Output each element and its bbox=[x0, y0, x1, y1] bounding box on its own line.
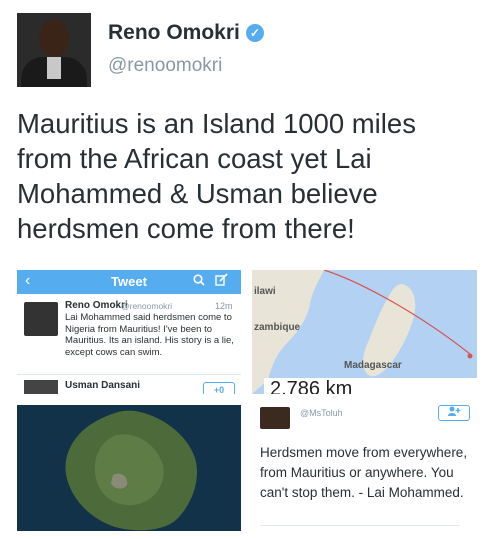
screenshot-tweet-handle: @renoomokri bbox=[121, 301, 173, 311]
verified-badge-icon: ✓ bbox=[245, 24, 264, 42]
search-icon bbox=[193, 273, 205, 289]
profile-handle[interactable]: @renoomokri bbox=[108, 55, 222, 77]
tweet-image-satellite[interactable] bbox=[17, 405, 241, 531]
screenshot-header-title: Tweet bbox=[111, 274, 147, 289]
profile-name[interactable]: Reno Omokri ✓ bbox=[108, 21, 264, 45]
quote-avatar bbox=[260, 407, 290, 429]
profile-avatar[interactable] bbox=[17, 13, 91, 87]
screenshot-follow-button: +0 bbox=[203, 382, 235, 394]
map-route-endpoint bbox=[467, 353, 473, 359]
avatar-figure-head bbox=[39, 19, 69, 57]
tweet-image-map[interactable]: ilawi zambique Madagascar 2,786 km bbox=[252, 270, 477, 394]
screenshot-next-user: Usman Dansani bbox=[65, 380, 141, 391]
screenshot-divider bbox=[17, 374, 241, 375]
screenshot-tweet-body: Lai Mohammed said herdsmen come to Niger… bbox=[65, 312, 234, 358]
profile-name-text: Reno Omokri bbox=[108, 21, 240, 44]
quote-text: Herdsmen move from everywhere, from Maur… bbox=[260, 445, 468, 500]
map-label-madagascar: Madagascar bbox=[344, 360, 402, 371]
map-label-malawi: ilawi bbox=[254, 286, 276, 297]
screenshot-tweet-time: 12m bbox=[215, 301, 233, 311]
tweet-image-screenshot[interactable]: ‹ Tweet Reno Omokri @renoomokri 12m Lai … bbox=[17, 270, 241, 394]
quote-handle: @MsToluh bbox=[300, 408, 343, 418]
tweet-image-quote[interactable]: @MsToluh Herdsmen move from everywhere, … bbox=[252, 405, 477, 531]
map-label-mozambique: zambique bbox=[254, 322, 301, 333]
follow-icon bbox=[438, 405, 470, 421]
tweet-text: Mauritius is an Island 1000 miles from t… bbox=[17, 108, 416, 244]
avatar-figure-collar bbox=[47, 57, 61, 79]
quote-divider bbox=[260, 525, 460, 526]
compose-icon bbox=[215, 273, 228, 289]
satellite-graphic bbox=[17, 405, 241, 531]
screenshot-avatar bbox=[24, 302, 58, 336]
screenshot-tweet-name: Reno Omokri bbox=[65, 300, 128, 311]
map-distance: 2,786 km bbox=[264, 378, 477, 394]
screenshot-avatar-2 bbox=[24, 380, 58, 394]
